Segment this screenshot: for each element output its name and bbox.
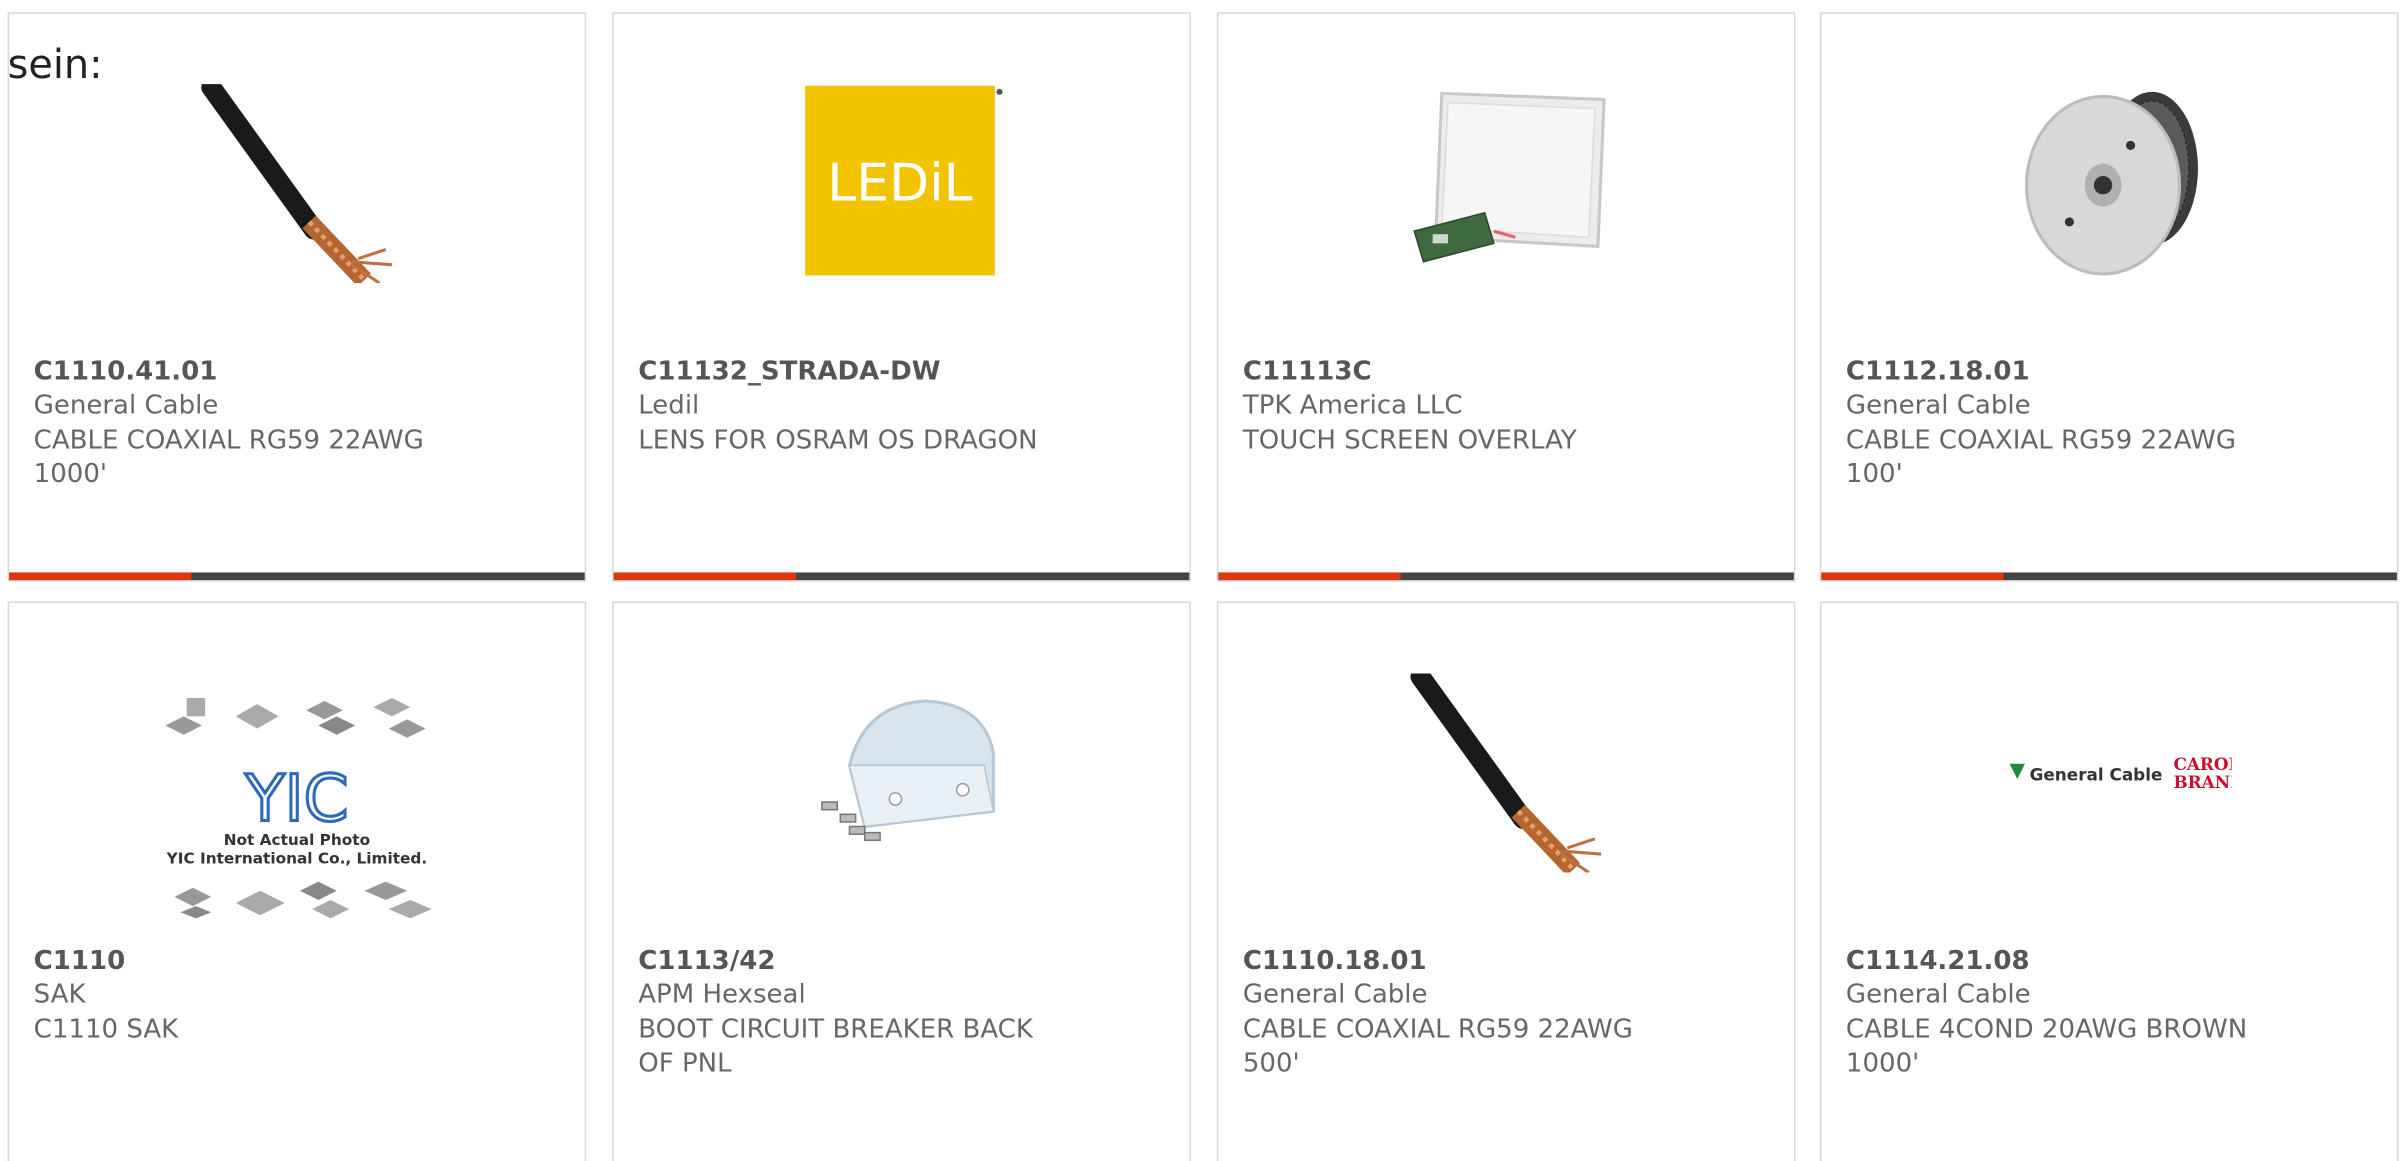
product-card[interactable]: C1110.18.01 General Cable CABLE COAXIAL … xyxy=(1216,601,1796,1161)
card-bar xyxy=(1821,572,2397,581)
description: LENS FOR OSRAM OS DRAGON xyxy=(638,425,1038,457)
brand-logo-text: BRAND xyxy=(2173,772,2231,792)
manufacturer: General Cable xyxy=(33,390,219,421)
ledil-logo-text: LEDiL xyxy=(827,154,972,214)
photo-note: Not Actual Photo xyxy=(224,831,370,849)
general-cable-logo-text: General Cable xyxy=(2030,765,2163,785)
manufacturer: APM Hexseal xyxy=(638,979,806,1011)
manufacturer: General Cable xyxy=(1845,979,2031,1011)
description: CABLE COAXIAL RG59 22AWG 100' xyxy=(1845,425,2236,490)
boot-icon[interactable] xyxy=(804,673,1003,872)
description: C1110 SAK xyxy=(33,1014,179,1046)
description: CABLE COAXIAL RG59 22AWG 1000' xyxy=(33,425,424,490)
description: CABLE 4COND 20AWG BROWN 1000' xyxy=(1845,1014,2248,1080)
product-card[interactable]: C1112.18.01 General Cable CABLE COAXIAL … xyxy=(1819,12,2399,582)
product-card[interactable]: General Cable CAROL BRAND C1114.21.08 Ge… xyxy=(1819,601,2399,1161)
product-card[interactable]: C1113/42 APM Hexseal BOOT CIRCUIT BREAKE… xyxy=(612,601,1191,1161)
card-bar-accent xyxy=(613,572,796,581)
product-card[interactable]: YIC Not Actual Photo YIC International C… xyxy=(7,601,587,1161)
cable-spool-icon[interactable] xyxy=(2011,84,2210,283)
touch-screen-icon[interactable] xyxy=(1408,84,1607,283)
description: TOUCH SCREEN OVERLAY xyxy=(1242,425,1577,457)
description: CABLE COAXIAL RG59 22AWG 500' xyxy=(1242,1014,1633,1080)
carol-logo-text: CAROL xyxy=(2173,754,2231,774)
coax-cable-icon[interactable] xyxy=(1408,673,1607,873)
product-card[interactable]: C1110.41.01 General Cable CABLE COAXIAL … xyxy=(7,12,587,582)
card-bar-accent xyxy=(1218,572,1401,581)
card-bar xyxy=(9,572,585,581)
part-number[interactable]: C11113C xyxy=(1243,357,1372,388)
manufacturer: SAK xyxy=(33,979,86,1011)
photo-company: YIC International Co., Limited. xyxy=(166,849,428,867)
product-card[interactable]: C11113C TPK America LLC TOUCH SCREEN OVE… xyxy=(1216,12,1796,582)
product-card[interactable]: LEDiL C11132_STRADA-DW Ledil LENS FOR OS… xyxy=(612,12,1191,582)
part-number[interactable]: C11132_STRADA-DW xyxy=(638,357,940,388)
manufacturer: General Cable xyxy=(1242,979,1428,1011)
part-number[interactable]: C1110.18.01 xyxy=(1243,946,1427,977)
manufacturer: General Cable xyxy=(1845,390,2031,421)
manufacturer: Ledil xyxy=(638,390,700,421)
yic-placeholder-icon[interactable]: YIC Not Actual Photo YIC International C… xyxy=(159,689,438,937)
general-cable-logo-icon[interactable]: General Cable CAROL BRAND xyxy=(2002,750,2232,796)
intro-text: sein: xyxy=(7,42,103,89)
part-number[interactable]: C1112.18.01 xyxy=(1846,357,2030,388)
part-number[interactable]: C1110 xyxy=(34,946,126,977)
card-bar xyxy=(613,572,1190,581)
card-bar-accent xyxy=(9,572,192,581)
card-bar xyxy=(1218,572,1794,581)
card-bar-accent xyxy=(1821,572,2004,581)
ledil-logo-icon[interactable]: LEDiL xyxy=(804,84,1003,283)
part-number[interactable]: C1110.41.01 xyxy=(34,357,218,388)
yic-logo-text: YIC xyxy=(244,761,348,836)
description: BOOT CIRCUIT BREAKER BACK OF PNL xyxy=(638,1014,1033,1080)
part-number[interactable]: C1113/42 xyxy=(638,946,775,977)
part-number[interactable]: C1114.21.08 xyxy=(1846,946,2030,977)
coax-cable-icon[interactable] xyxy=(199,84,398,284)
manufacturer: TPK America LLC xyxy=(1242,390,1463,421)
